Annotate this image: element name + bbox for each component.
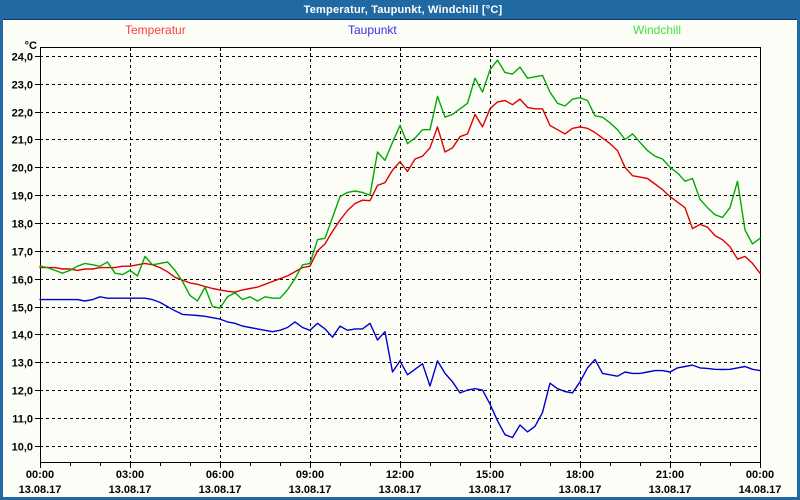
y-tick-label: 12,0 — [12, 386, 33, 398]
axis-ticks — [35, 47, 761, 468]
x-date-label: 13.08.17 — [19, 484, 62, 496]
y-tick-label: 22,0 — [12, 108, 33, 120]
y-tick-label: 15,0 — [12, 303, 33, 315]
x-date-label: 14.08.17 — [739, 484, 782, 496]
grid-lines — [40, 47, 760, 462]
y-tick-label: 18,0 — [12, 219, 33, 231]
x-date-label: 13.08.17 — [379, 484, 422, 496]
data-series — [40, 60, 760, 437]
x-time-label: 21:00 — [656, 469, 684, 481]
y-axis-unit: °C — [25, 40, 37, 52]
x-time-label: 03:00 — [116, 469, 144, 481]
x-time-label: 00:00 — [746, 469, 774, 481]
y-tick-label: 17,0 — [12, 247, 33, 259]
x-time-label: 06:00 — [206, 469, 234, 481]
y-tick-label: 16,0 — [12, 275, 33, 287]
y-tick-label: 11,0 — [12, 414, 33, 426]
y-tick-label: 14,0 — [12, 330, 33, 342]
x-time-label: 09:00 — [296, 469, 324, 481]
x-date-label: 13.08.17 — [559, 484, 602, 496]
x-date-label: 13.08.17 — [649, 484, 692, 496]
x-time-label: 00:00 — [26, 469, 54, 481]
x-time-label: 12:00 — [386, 469, 414, 481]
y-tick-label: 21,0 — [12, 135, 33, 147]
x-time-label: 15:00 — [476, 469, 504, 481]
x-date-label: 13.08.17 — [469, 484, 512, 496]
x-date-label: 13.08.17 — [109, 484, 152, 496]
y-tick-label: 10,0 — [12, 442, 33, 454]
y-tick-label: 23,0 — [12, 80, 33, 92]
x-time-label: 18:00 — [566, 469, 594, 481]
y-tick-label: 13,0 — [12, 358, 33, 370]
chart-canvas: 10,0 11,0 12,0 13,0 14,0 15,0 16,0 17,0 18,0 19,0… — [0, 0, 800, 500]
y-tick-label: 24,0 — [12, 52, 33, 64]
chart-window: Temperatur, Taupunkt, Windchill [°C] Tem… — [0, 0, 800, 500]
x-date-label: 13.08.17 — [289, 484, 332, 496]
y-tick-label: 19,0 — [12, 191, 33, 203]
x-date-label: 13.08.17 — [199, 484, 242, 496]
axis-labels: 10,0 11,0 12,0 13,0 14,0 15,0 16,0 17,0 18,0 19,0… — [12, 40, 782, 496]
y-tick-label: 20,0 — [12, 163, 33, 175]
